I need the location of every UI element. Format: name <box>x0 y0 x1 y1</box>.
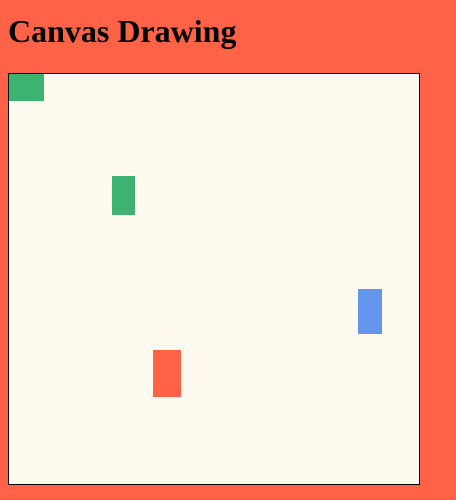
page-root: Canvas Drawing <box>0 0 456 500</box>
page-title: Canvas Drawing <box>8 13 237 49</box>
drawing-canvas[interactable] <box>8 73 420 485</box>
green-rectangle-2 <box>112 176 135 215</box>
blue-rectangle <box>358 289 382 334</box>
red-rectangle <box>153 350 181 397</box>
green-rectangle-1 <box>9 74 44 101</box>
